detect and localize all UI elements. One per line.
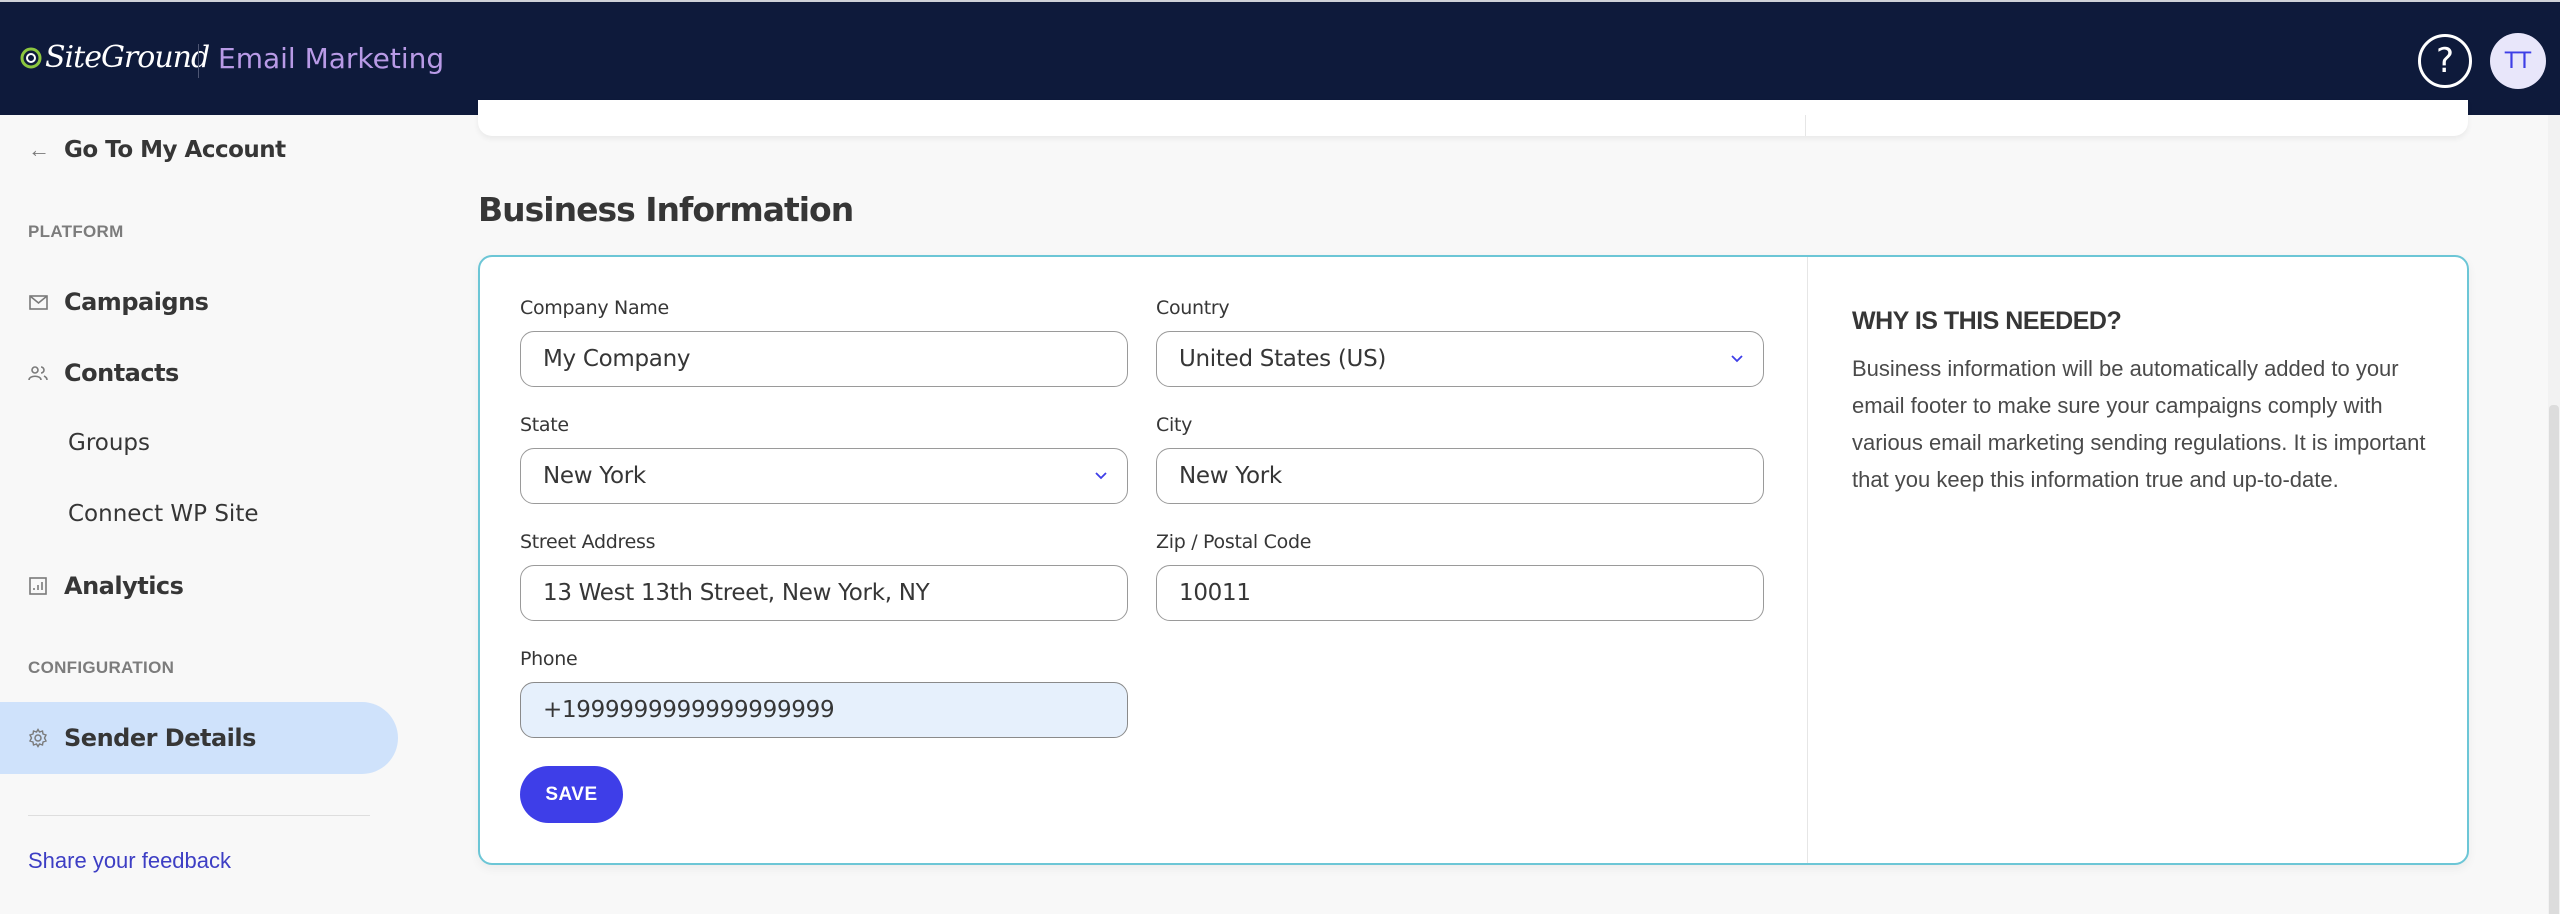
- user-avatar[interactable]: TT: [2490, 33, 2546, 89]
- siteground-swirl-icon: [20, 47, 42, 68]
- help-icon: ?: [2435, 41, 2455, 81]
- back-link-label: Go To My Account: [64, 137, 286, 163]
- sidebar: ← Go To My Account PLATFORM Campaigns Co…: [0, 115, 420, 914]
- country-select[interactable]: United States (US): [1156, 331, 1764, 387]
- users-icon: [28, 363, 48, 383]
- chart-icon: [28, 576, 48, 596]
- sidebar-item-label: Contacts: [64, 359, 179, 387]
- zip-code-field: Zip / Postal Code 10011: [1156, 531, 1764, 621]
- zip-code-label: Zip / Postal Code: [1156, 531, 1312, 553]
- sidebar-divider: [28, 815, 370, 816]
- street-address-field: Street Address 13 West 13th Street, New …: [520, 531, 1128, 621]
- card-divider: [1805, 115, 1806, 136]
- sidebar-item-connect-wp-site[interactable]: Connect WP Site: [68, 501, 259, 527]
- info-panel: WHY IS THIS NEEDED? Business information…: [1852, 307, 2432, 498]
- chevron-down-icon: [1731, 355, 1743, 363]
- logo-divider: [198, 44, 199, 78]
- phone-label: Phone: [520, 648, 578, 670]
- arrow-left-icon: ←: [28, 137, 50, 162]
- gear-icon: [28, 728, 48, 748]
- sidebar-item-campaigns[interactable]: Campaigns: [0, 266, 398, 338]
- street-address-input[interactable]: 13 West 13th Street, New York, NY: [520, 565, 1128, 621]
- save-button[interactable]: SAVE: [520, 766, 623, 823]
- city-field: City New York: [1156, 414, 1764, 504]
- siteground-logo[interactable]: SiteGround: [20, 40, 210, 75]
- city-input[interactable]: New York: [1156, 448, 1764, 504]
- state-value: New York: [543, 463, 646, 489]
- page-section-title: Business Information: [478, 190, 854, 229]
- country-label: Country: [1156, 297, 1230, 319]
- info-text: Business information will be automatical…: [1852, 356, 2426, 492]
- chevron-down-icon: [1095, 472, 1107, 480]
- mail-icon: [28, 292, 48, 312]
- previous-card-bottom: [478, 100, 2468, 136]
- sidebar-item-contacts[interactable]: Contacts: [0, 337, 398, 409]
- sidebar-item-analytics[interactable]: Analytics: [0, 550, 398, 622]
- state-field: State New York: [520, 414, 1128, 504]
- country-field: Country United States (US): [1156, 297, 1764, 387]
- sidebar-item-label: Analytics: [64, 572, 184, 600]
- app-name: Email Marketing: [218, 42, 445, 75]
- sidebar-item-sender-details[interactable]: Sender Details: [0, 702, 398, 774]
- sidebar-item-groups[interactable]: Groups: [68, 430, 150, 456]
- sidebar-item-label: Sender Details: [64, 724, 256, 752]
- info-title: WHY IS THIS NEEDED?: [1852, 307, 2122, 335]
- go-to-my-account-link[interactable]: ← Go To My Account: [28, 137, 286, 163]
- top-bar: SiteGround Email Marketing ? TT: [0, 0, 2560, 115]
- zip-code-input[interactable]: 10011: [1156, 565, 1764, 621]
- help-button[interactable]: ?: [2418, 34, 2472, 88]
- card-divider: [1807, 257, 1808, 863]
- country-value: United States (US): [1179, 346, 1387, 372]
- phone-input[interactable]: +1999999999999999999: [520, 682, 1128, 738]
- share-feedback-link[interactable]: Share your feedback: [28, 848, 231, 874]
- company-name-field: Company Name My Company: [520, 297, 1128, 387]
- brand-name: SiteGround: [45, 40, 210, 75]
- state-select[interactable]: New York: [520, 448, 1128, 504]
- city-label: City: [1156, 414, 1193, 436]
- scrollbar-thumb[interactable]: [2549, 405, 2559, 914]
- company-name-label: Company Name: [520, 297, 669, 319]
- company-name-input[interactable]: My Company: [520, 331, 1128, 387]
- section-label-configuration: CONFIGURATION: [28, 658, 175, 677]
- business-information-card: Company Name My Company Country United S…: [478, 255, 2469, 865]
- state-label: State: [520, 414, 569, 436]
- sidebar-item-label: Campaigns: [64, 288, 209, 316]
- street-address-label: Street Address: [520, 531, 656, 553]
- phone-field: Phone +1999999999999999999: [520, 648, 1128, 738]
- section-label-platform: PLATFORM: [28, 222, 124, 241]
